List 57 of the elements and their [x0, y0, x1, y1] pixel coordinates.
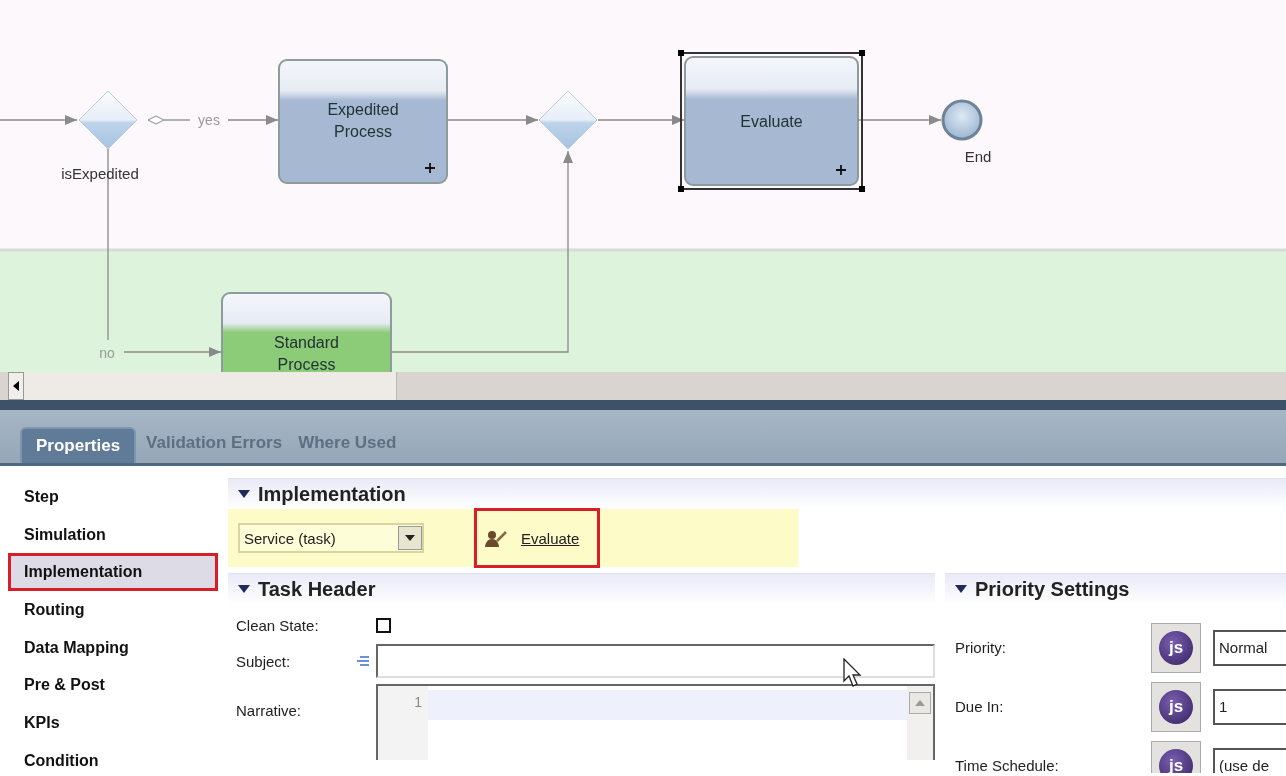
collapse-triangle-icon[interactable]: [238, 490, 250, 498]
field-label: Clean State:: [236, 616, 320, 634]
flow-label: no: [99, 345, 115, 361]
left-arrow-icon: [13, 381, 19, 391]
script-button[interactable]: js: [1151, 622, 1201, 673]
line-number: 1: [413, 694, 422, 710]
value-field[interactable]: 1: [1213, 688, 1286, 725]
sidebar-item[interactable]: Condition: [8, 741, 218, 773]
sidebar-item[interactable]: KPIs: [8, 704, 218, 742]
gateway-label: isExpedited: [61, 165, 139, 182]
scroll-left-button[interactable]: [8, 372, 24, 400]
plus-icon[interactable]: [835, 164, 847, 176]
plus-icon[interactable]: [424, 162, 436, 174]
type-dropdown[interactable]: Service (task): [238, 523, 424, 553]
scrollbar-thumb[interactable]: [24, 372, 397, 400]
person-pen-icon: [485, 529, 507, 547]
section-title: Priority Settings: [975, 577, 1130, 601]
sidebar-item[interactable]: Step: [8, 478, 218, 516]
gateway-node[interactable]: [538, 90, 598, 150]
end-label: End: [964, 148, 992, 165]
field-label: Narrative:: [236, 701, 303, 719]
task-node[interactable]: [278, 59, 448, 184]
task-label: Expedited Process: [327, 101, 399, 140]
task-label: Evaluate: [740, 113, 803, 130]
subject-field[interactable]: [376, 644, 935, 678]
selection-handle[interactable]: [859, 186, 865, 192]
sidebar-item[interactable]: Implementation: [8, 553, 218, 592]
field-label: Time Schedule:: [955, 757, 1060, 773]
end-event[interactable]: [941, 99, 983, 141]
section-title: Implementation: [258, 482, 406, 506]
sidebar-item[interactable]: Simulation: [8, 515, 218, 554]
section-title: Task Header: [258, 577, 376, 601]
evaluate-link[interactable]: Evaluate: [521, 529, 580, 547]
checkbox[interactable]: [376, 617, 391, 633]
field-label: Priority:: [955, 639, 1007, 656]
field-label: Subject:: [236, 652, 292, 670]
selection-handle[interactable]: [859, 50, 865, 56]
flow-label: yes: [198, 112, 220, 128]
selection-handle[interactable]: [678, 186, 684, 192]
field-label: Due In:: [955, 698, 1005, 715]
caret-icon: [405, 535, 415, 541]
sidebar-item[interactable]: Pre & Post: [8, 666, 218, 705]
sidebar-item[interactable]: Data Mapping: [8, 628, 218, 667]
collapse-triangle-icon[interactable]: [238, 585, 250, 593]
lines-icon[interactable]: [356, 655, 370, 667]
sidebar-item[interactable]: Routing: [8, 591, 218, 629]
tab[interactable]: Properties: [20, 427, 137, 463]
script-button[interactable]: js: [1151, 681, 1201, 732]
up-arrow-icon: [915, 700, 925, 706]
dropdown-value: Service (task): [244, 529, 336, 547]
collapse-triangle-icon[interactable]: [955, 585, 967, 593]
task-label: Standard Process: [274, 334, 339, 372]
value-field[interactable]: Normal: [1213, 629, 1286, 666]
task-node[interactable]: [221, 292, 392, 372]
gateway-node[interactable]: [78, 90, 138, 150]
dropdown-button[interactable]: [398, 526, 422, 550]
selection-handle[interactable]: [678, 50, 684, 56]
